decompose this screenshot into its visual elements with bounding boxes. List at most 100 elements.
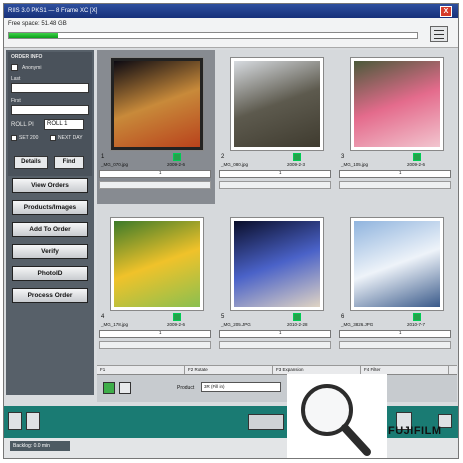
qty-value[interactable]: 1 [159,170,162,175]
print-badge-icon [173,313,181,321]
crop-controls[interactable] [339,181,451,189]
backlog-status: Backlog: 0.0 min [10,441,70,451]
crop-controls[interactable] [99,181,211,189]
menu-icon[interactable] [430,26,448,42]
crop-controls[interactable] [219,341,331,349]
size-select[interactable] [219,170,331,178]
product-select[interactable]: 3R (Fill in) [201,382,281,392]
order-info-title: ORDER INFO [11,54,43,60]
close-button[interactable]: X [440,6,452,17]
set-checkbox[interactable] [11,135,17,141]
size-select[interactable] [339,170,451,178]
file-date: 2009-2-6 [167,162,186,167]
customer-radio[interactable] [11,64,18,71]
customer-label: Anonymi [22,65,42,71]
title-bar: RIIS 3.0 PKS1 — 8 Frame XC [X] X [4,4,458,18]
process-order-button[interactable]: Process Order [12,288,88,303]
card-reader-icon[interactable] [26,412,40,430]
tab-f1[interactable]: F1 [97,366,185,374]
left-panel: ORDER INFO Anonymi Last First ROLL PI RO… [6,50,94,395]
file-date: 2009-2-3 [287,162,306,167]
set-label: SET 200 [19,135,39,141]
crop-controls[interactable] [99,341,211,349]
thumbnail-cell[interactable]: 3 _MG_105.jpg 2009-2-6 1 [337,50,455,204]
next-day-label: NEXT DAY [58,135,83,141]
fujifilm-logo: FUJIFILM [388,425,442,437]
size-select[interactable] [99,330,211,338]
function-tabs: F1 F2 Rotate F3 Expansion F4 Filter [97,365,457,374]
file-name: _MG_3826.JPG [341,322,374,327]
file-name: _MG_070.jpg [101,162,129,167]
file-name: _MG_080.jpg [221,162,249,167]
window-title: RIIS 3.0 PKS1 — 8 Frame XC [X] [8,8,98,14]
file-date: 2009-2-6 [167,322,186,327]
cd-drive-icon[interactable] [8,412,22,430]
thumbnail-image[interactable] [111,218,203,310]
file-name: _MG_178.jpg [101,322,129,327]
progress-fill [9,33,58,38]
next-day-checkbox[interactable] [50,135,56,141]
size-select[interactable] [219,330,331,338]
product-bar: Product 3R (Fill in) [97,374,457,402]
file-name: _MG_205.JPG [221,322,251,327]
product-label: Product [177,385,195,391]
first-name-label: First [11,98,21,104]
qty-value[interactable]: 1 [399,170,402,175]
print-badge-icon [173,153,181,161]
qty-value[interactable]: 1 [159,330,162,335]
first-name-field[interactable] [11,105,89,115]
print-badge-icon [413,313,421,321]
view-orders-button[interactable]: View Orders [12,178,88,193]
thumbnail-image[interactable] [351,218,443,310]
magnifier-icon [301,384,371,456]
tab-rotate[interactable]: F2 Rotate [185,366,273,374]
add-to-order-button[interactable]: Add To Order [12,222,88,237]
frame-number: 3 [341,154,345,160]
details-button[interactable]: Details [14,156,48,169]
thumbnail-cell[interactable]: 1 _MG_070.jpg 2009-2-6 1 [97,50,215,204]
storage-bar: Free space: 51.48 GB [4,18,458,48]
app-window: RIIS 3.0 PKS1 — 8 Frame XC [X] X Free sp… [3,3,459,459]
file-date: 2009-2-6 [407,162,426,167]
thumbnail-image[interactable] [111,58,203,150]
free-space-label: Free space: 51.48 GB [8,21,67,27]
frame-number: 4 [101,314,105,320]
qty-value[interactable]: 1 [279,330,282,335]
frame-number: 2 [221,154,225,160]
thumbnail-image[interactable] [231,58,323,150]
print-badge-icon [293,313,301,321]
crop-controls[interactable] [339,341,451,349]
file-date: 2010-2-28 [287,322,308,327]
roll-label: ROLL PI [11,122,34,128]
thumbnail-cell[interactable]: 4 _MG_178.jpg 2009-2-6 1 [97,210,215,364]
thumbnail-image[interactable] [231,218,323,310]
file-name: _MG_105.jpg [341,162,369,167]
magnifier-overlay [287,374,387,458]
thumbnail-cell[interactable]: 5 _MG_205.JPG 2010-2-28 1 [217,210,335,364]
file-date: 2010-7-7 [407,322,426,327]
tab-filter[interactable]: F4 Filter [361,366,449,374]
size-select[interactable] [339,330,451,338]
select-all-icon[interactable] [103,382,115,394]
find-button[interactable]: Find [54,156,84,169]
qty-value[interactable]: 1 [279,170,282,175]
deselect-icon[interactable] [119,382,131,394]
thumbnail-cell[interactable]: 2 _MG_080.jpg 2009-2-3 1 [217,50,335,204]
order-info-panel: ORDER INFO Anonymi Last First ROLL PI RO… [8,52,92,176]
crop-controls[interactable] [219,181,331,189]
frame-number: 6 [341,314,345,320]
products-images-button[interactable]: Products/Images [12,200,88,215]
size-select[interactable] [99,170,211,178]
frame-number: 5 [221,314,225,320]
thumbnail-image[interactable] [351,58,443,150]
tab-expansion[interactable]: F3 Expansion [273,366,361,374]
last-name-label: Last [11,76,21,82]
photo-id-button[interactable]: PhotoID [12,266,88,281]
roll-field[interactable]: ROLL 1 [44,119,84,130]
thumbnail-cell[interactable]: 6 _MG_3826.JPG 2010-7-7 1 [337,210,455,364]
edit-icon[interactable] [248,414,284,430]
verify-button[interactable]: Verify [12,244,88,259]
qty-value[interactable]: 1 [399,330,402,335]
frame-number: 1 [101,154,105,160]
last-name-field[interactable] [11,83,89,93]
